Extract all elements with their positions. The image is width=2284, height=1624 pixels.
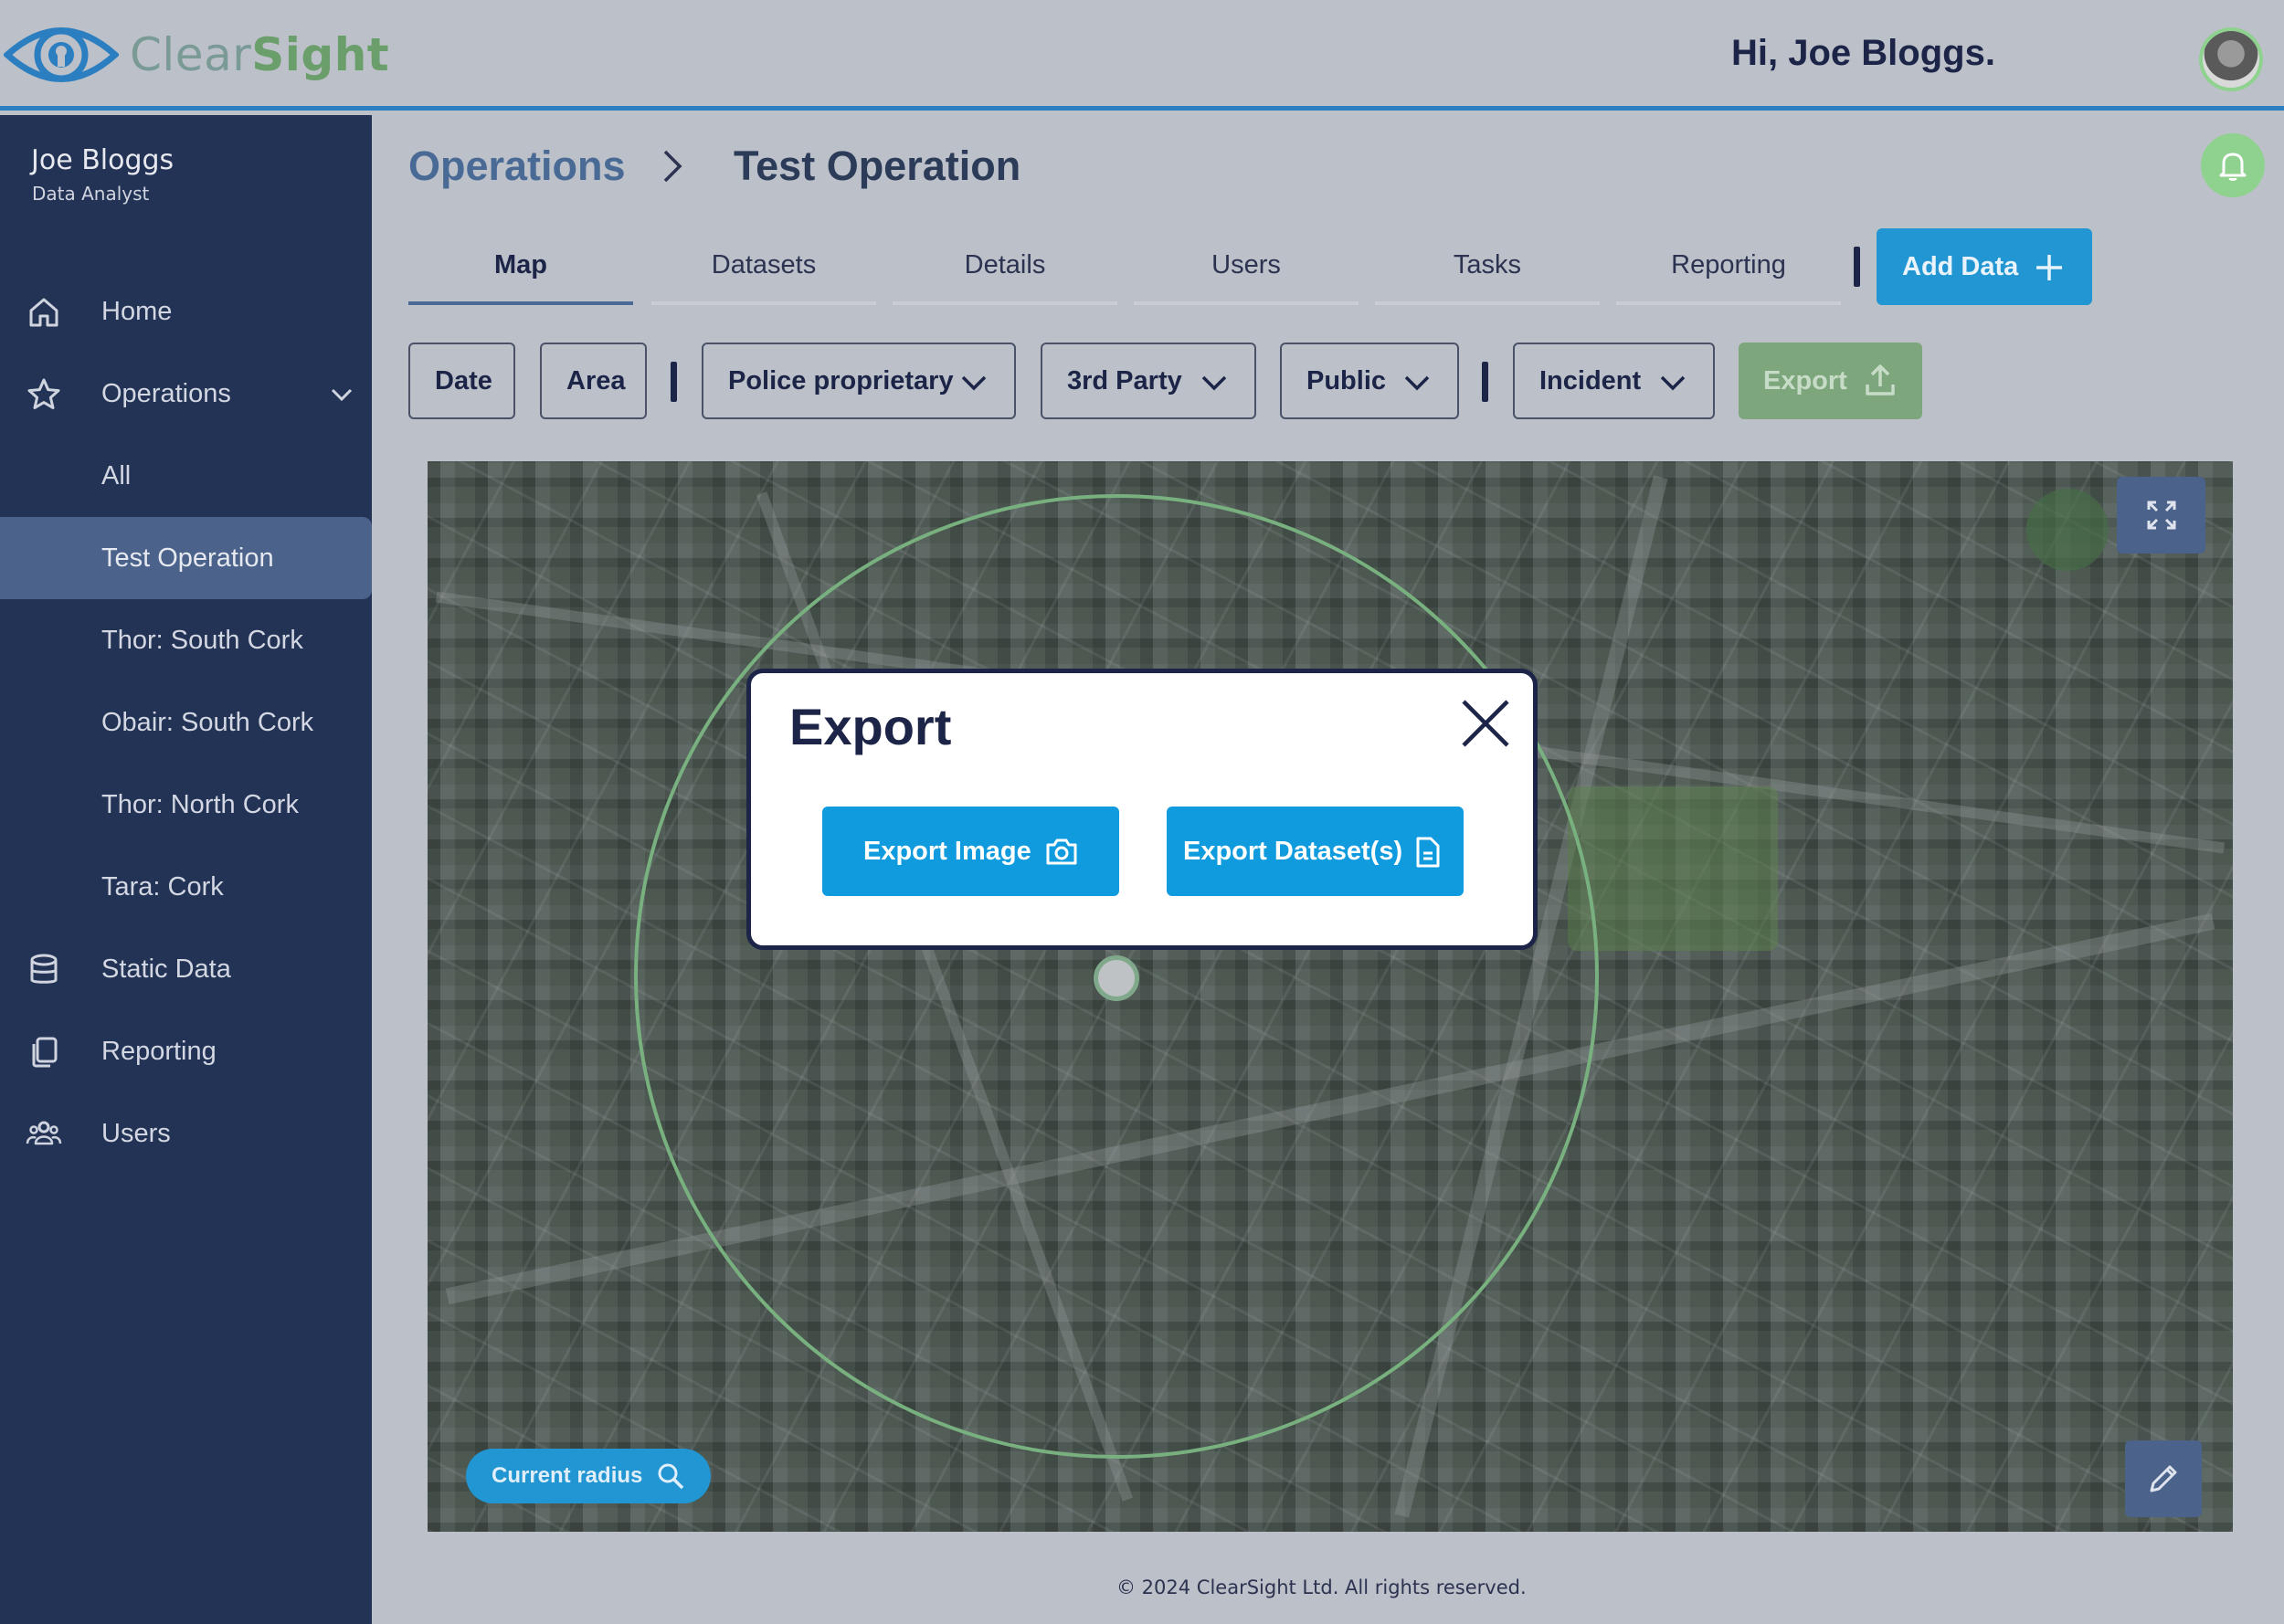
dropdown-label: Public — [1306, 365, 1387, 395]
sidebar-item-operations[interactable]: Operations — [0, 353, 372, 435]
eye-logo-icon — [4, 27, 119, 82]
avatar[interactable] — [2199, 27, 2263, 91]
sidebar-item-label: Static Data — [101, 954, 231, 984]
map-park — [2026, 489, 2109, 571]
page-title: Test Operation — [734, 142, 1021, 189]
sidebar-item-all[interactable]: All — [0, 435, 372, 517]
sidebar-item-label: Operations — [101, 378, 231, 408]
third-party-dropdown[interactable]: 3rd Party — [1041, 343, 1256, 419]
sidebar: Joe Bloggs Data Analyst Home Operations … — [0, 115, 372, 1624]
export-datasets-button[interactable]: Export Dataset(s) — [1167, 807, 1464, 896]
export-label: Export — [1763, 365, 1847, 395]
close-icon[interactable] — [1459, 697, 1512, 750]
footer-copyright: © 2024 ClearSight Ltd. All rights reserv… — [1116, 1577, 1527, 1598]
area-filter-button[interactable]: Area — [540, 343, 647, 419]
logo-text: ClearSight — [130, 28, 390, 81]
export-image-label: Export Image — [863, 836, 1031, 866]
database-icon — [30, 954, 58, 984]
divider — [1482, 362, 1488, 402]
sidebar-item-obair-south-cork[interactable]: Obair: South Cork — [0, 681, 372, 764]
sidebar-item-label: Users — [101, 1118, 171, 1148]
search-icon — [658, 1463, 684, 1490]
top-header: ClearSight Hi, Joe Bloggs. — [0, 0, 2284, 111]
export-modal: Export Export Image Export Dataset(s) — [746, 669, 1538, 950]
star-icon — [27, 378, 60, 409]
expand-icon — [2147, 501, 2175, 530]
sidebar-item-label: Test Operation — [101, 543, 274, 573]
sidebar-item-label: Home — [101, 296, 173, 326]
upload-icon — [1866, 364, 1895, 395]
sidebar-item-users[interactable]: Users — [0, 1092, 372, 1175]
chevron-right-icon — [663, 150, 682, 183]
public-dropdown[interactable]: Public — [1280, 343, 1459, 419]
sidebar-user-name: Joe Bloggs — [31, 144, 174, 176]
chevron-down-icon — [1201, 375, 1227, 391]
sidebar-item-reporting[interactable]: Reporting — [0, 1010, 372, 1092]
sidebar-item-label: Thor: South Cork — [101, 625, 303, 655]
tab-reporting[interactable]: Reporting — [1616, 228, 1841, 305]
radius-center-marker[interactable] — [1094, 955, 1139, 1001]
chevron-down-icon — [1404, 375, 1430, 391]
dropdown-label: Incident — [1539, 365, 1642, 395]
export-datasets-label: Export Dataset(s) — [1183, 836, 1403, 866]
document-icon — [1416, 837, 1440, 868]
breadcrumb-operations[interactable]: Operations — [408, 142, 626, 190]
export-image-button[interactable]: Export Image — [822, 807, 1119, 896]
sidebar-item-test-operation[interactable]: Test Operation — [0, 517, 372, 599]
modal-title: Export — [789, 698, 952, 755]
sidebar-item-home[interactable]: Home — [0, 270, 372, 353]
chevron-down-icon — [1660, 375, 1686, 391]
notifications-button[interactable] — [2201, 133, 2265, 197]
camera-icon — [1046, 838, 1077, 865]
bell-icon — [2219, 153, 2247, 181]
dropdown-label: 3rd Party — [1067, 365, 1182, 395]
police-proprietary-dropdown[interactable]: Police proprietary — [702, 343, 1016, 419]
sidebar-item-static-data[interactable]: Static Data — [0, 928, 372, 1010]
add-data-button[interactable]: Add Data — [1877, 228, 2092, 305]
tab-datasets[interactable]: Datasets — [651, 228, 876, 305]
incident-dropdown[interactable]: Incident — [1513, 343, 1715, 419]
add-data-label: Add Data — [1902, 251, 2019, 281]
sidebar-item-thor-south-cork[interactable]: Thor: South Cork — [0, 599, 372, 681]
avatar-image — [2203, 31, 2259, 88]
current-radius-label: Current radius — [492, 1463, 643, 1488]
logo[interactable]: ClearSight — [4, 16, 389, 93]
sidebar-item-label: Thor: North Cork — [101, 789, 299, 819]
divider — [671, 362, 677, 402]
pencil-icon — [2150, 1465, 2177, 1492]
date-filter-button[interactable]: Date — [408, 343, 515, 419]
tab-details[interactable]: Details — [893, 228, 1117, 305]
export-button[interactable]: Export — [1739, 343, 1922, 419]
sidebar-item-label: Obair: South Cork — [101, 707, 314, 737]
sidebar-item-tara-cork[interactable]: Tara: Cork — [0, 846, 372, 928]
sidebar-user-role: Data Analyst — [32, 183, 150, 205]
sidebar-item-thor-north-cork[interactable]: Thor: North Cork — [0, 764, 372, 846]
documents-icon — [32, 1037, 58, 1068]
dropdown-label: Police proprietary — [728, 365, 954, 395]
tab-tasks[interactable]: Tasks — [1375, 228, 1600, 305]
home-icon — [29, 298, 58, 327]
fullscreen-button[interactable] — [2117, 477, 2205, 554]
tab-map[interactable]: Map — [408, 228, 633, 305]
divider — [1854, 247, 1860, 287]
greeting: Hi, Joe Bloggs. — [1731, 33, 1995, 73]
sidebar-item-label: Tara: Cork — [101, 871, 224, 902]
users-icon — [26, 1121, 62, 1145]
chevron-down-icon — [961, 375, 987, 391]
map-view[interactable]: Current radius — [428, 461, 2233, 1532]
current-radius-button[interactable]: Current radius — [466, 1449, 711, 1503]
tab-users[interactable]: Users — [1134, 228, 1359, 305]
sidebar-item-label: Reporting — [101, 1036, 217, 1066]
map-park — [1568, 786, 1778, 951]
plus-icon — [2036, 255, 2062, 280]
edit-radius-button[interactable] — [2125, 1440, 2202, 1517]
chevron-down-icon — [331, 388, 353, 402]
sidebar-item-label: All — [101, 460, 132, 490]
